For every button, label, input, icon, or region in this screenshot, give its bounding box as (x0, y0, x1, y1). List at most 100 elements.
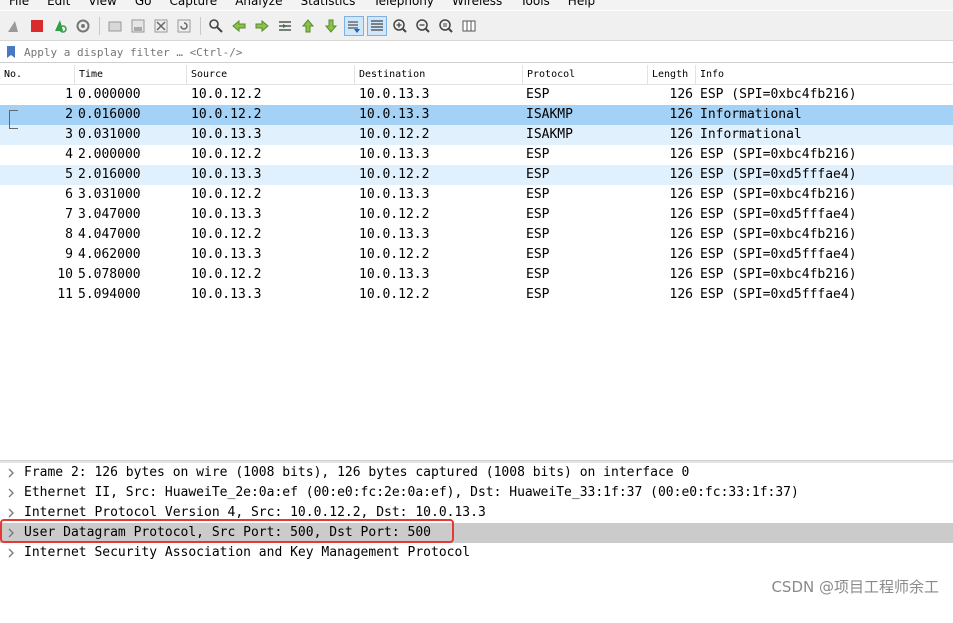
cell-destination: 10.0.13.3 (359, 267, 430, 282)
go-forward-icon[interactable] (252, 16, 272, 36)
bookmark-icon[interactable] (4, 43, 18, 61)
go-back-icon[interactable] (229, 16, 249, 36)
cell-source: 10.0.13.3 (191, 247, 262, 262)
table-row[interactable]: 11 5.094000 10.0.13.3 10.0.12.2 ESP 126 ESP (S… (0, 285, 953, 305)
zoom-normal-icon[interactable] (436, 16, 456, 36)
cell-length: 126 (669, 247, 693, 262)
table-row[interactable]: 2 0.016000 10.0.12.2 10.0.13.3 ISAKMP 126 Info… (0, 105, 953, 125)
cell-length: 126 (669, 167, 693, 182)
cell-no: 10 (57, 267, 73, 282)
cell-destination: 10.0.13.3 (359, 87, 430, 102)
cell-no: 4 (65, 147, 73, 162)
shark-fin-icon[interactable] (4, 16, 24, 36)
packet-list-header: No. Time Source Destination Protocol Len… (0, 65, 953, 85)
chevron-right-icon[interactable] (5, 503, 17, 523)
menu-view[interactable]: View (79, 0, 125, 10)
chevron-right-icon[interactable] (5, 463, 17, 483)
colorize-icon[interactable] (367, 15, 387, 36)
stop-capture-icon[interactable] (27, 16, 47, 36)
restart-capture-icon[interactable] (50, 16, 70, 36)
open-file-icon[interactable] (105, 16, 125, 36)
cell-info: ESP (SPI=0xd5fffae4) (700, 287, 857, 302)
main-toolbar (0, 11, 953, 41)
cell-protocol: ESP (526, 247, 550, 262)
menu-analyze[interactable]: Analyze (226, 0, 291, 10)
cell-source: 10.0.12.2 (191, 267, 262, 282)
go-to-packet-icon[interactable] (275, 16, 295, 36)
menu-wireless[interactable]: Wireless (443, 0, 511, 10)
detail-row-ipv4[interactable]: Internet Protocol Version 4, Src: 10.0.1… (0, 503, 953, 523)
chevron-right-icon[interactable] (5, 523, 17, 543)
cell-source: 10.0.12.2 (191, 147, 262, 162)
table-row[interactable]: 1 0.000000 10.0.12.2 10.0.13.3 ESP 126 ESP (SP… (0, 85, 953, 105)
menu-capture[interactable]: Capture (160, 0, 226, 10)
display-filter-input[interactable] (22, 43, 926, 61)
cell-length: 126 (669, 127, 693, 142)
cell-no: 6 (65, 187, 73, 202)
menu-help[interactable]: Help (559, 0, 604, 10)
cell-protocol: ESP (526, 167, 550, 182)
zoom-out-icon[interactable] (413, 16, 433, 36)
cell-protocol: ESP (526, 207, 550, 222)
table-row[interactable]: 9 4.062000 10.0.13.3 10.0.12.2 ESP 126 ESP (SP… (0, 245, 953, 265)
close-file-icon[interactable] (151, 16, 171, 36)
cell-protocol: ESP (526, 267, 550, 282)
cell-no: 9 (65, 247, 73, 262)
menu-telephony[interactable]: Telephony (364, 0, 443, 10)
cell-info: Informational (700, 107, 802, 122)
detail-row-isakmp[interactable]: Internet Security Association and Key Ma… (0, 543, 953, 563)
table-row[interactable]: 7 3.047000 10.0.13.3 10.0.12.2 ESP 126 ESP (SP… (0, 205, 953, 225)
menu-tools[interactable]: Tools (511, 0, 559, 10)
column-header-info[interactable]: Info (696, 65, 953, 84)
cell-time: 0.016000 (78, 107, 141, 122)
go-last-icon[interactable] (321, 16, 341, 36)
cell-time: 4.047000 (78, 227, 141, 242)
zoom-in-icon[interactable] (390, 16, 410, 36)
table-row[interactable]: 4 2.000000 10.0.12.2 10.0.13.3 ESP 126 ESP (SP… (0, 145, 953, 165)
column-header-protocol[interactable]: Protocol (523, 65, 648, 84)
column-header-no[interactable]: No. (0, 65, 75, 84)
menu-statistics[interactable]: Statistics (291, 0, 364, 10)
capture-options-icon[interactable] (73, 16, 93, 36)
table-row[interactable]: 5 2.016000 10.0.13.3 10.0.12.2 ESP 126 ESP (SP… (0, 165, 953, 185)
detail-row-udp[interactable]: User Datagram Protocol, Src Port: 500, D… (0, 523, 953, 543)
cell-source: 10.0.13.3 (191, 127, 262, 142)
menu-edit[interactable]: Edit (38, 0, 79, 10)
save-file-icon[interactable] (128, 16, 148, 36)
menu-go[interactable]: Go (126, 0, 161, 10)
column-header-source[interactable]: Source (187, 65, 355, 84)
cell-protocol: ISAKMP (526, 127, 573, 142)
chevron-right-icon[interactable] (5, 543, 17, 563)
cell-protocol: ESP (526, 287, 550, 302)
autoscroll-icon[interactable] (344, 15, 364, 36)
cell-time: 0.000000 (78, 87, 141, 102)
column-header-length[interactable]: Length (648, 65, 696, 84)
find-packet-icon[interactable] (206, 16, 226, 36)
table-row[interactable]: 8 4.047000 10.0.12.2 10.0.13.3 ESP 126 ESP (SP… (0, 225, 953, 245)
table-row[interactable]: 10 5.078000 10.0.12.2 10.0.13.3 ESP 126 ESP (S… (0, 265, 953, 285)
detail-row-ethernet[interactable]: Ethernet II, Src: HuaweiTe_2e:0a:ef (00:… (0, 483, 953, 503)
cell-source: 10.0.12.2 (191, 227, 262, 242)
cell-destination: 10.0.12.2 (359, 287, 430, 302)
detail-text: Internet Security Association and Key Ma… (24, 545, 471, 560)
table-row[interactable]: 6 3.031000 10.0.12.2 10.0.13.3 ESP 126 ESP (SP… (0, 185, 953, 205)
menu-file[interactable]: File (0, 0, 38, 10)
cell-destination: 10.0.12.2 (359, 207, 430, 222)
detail-row-frame[interactable]: Frame 2: 126 bytes on wire (1008 bits), … (0, 463, 953, 483)
cell-time: 4.062000 (78, 247, 141, 262)
cell-length: 126 (669, 187, 693, 202)
chevron-right-icon[interactable] (5, 483, 17, 503)
cell-destination: 10.0.13.3 (359, 187, 430, 202)
cell-time: 5.078000 (78, 267, 141, 282)
column-header-time[interactable]: Time (75, 65, 187, 84)
go-first-icon[interactable] (298, 16, 318, 36)
reload-file-icon[interactable] (174, 16, 194, 36)
column-header-destination[interactable]: Destination (355, 65, 523, 84)
detail-text: Frame 2: 126 bytes on wire (1008 bits), … (24, 465, 690, 480)
cell-length: 126 (669, 87, 693, 102)
cell-destination: 10.0.13.3 (359, 107, 430, 122)
toolbar-separator (99, 16, 100, 35)
resize-columns-icon[interactable] (459, 16, 479, 36)
cell-length: 126 (669, 227, 693, 242)
table-row[interactable]: 3 0.031000 10.0.13.3 10.0.12.2 ISAKMP 126 Info… (0, 125, 953, 145)
